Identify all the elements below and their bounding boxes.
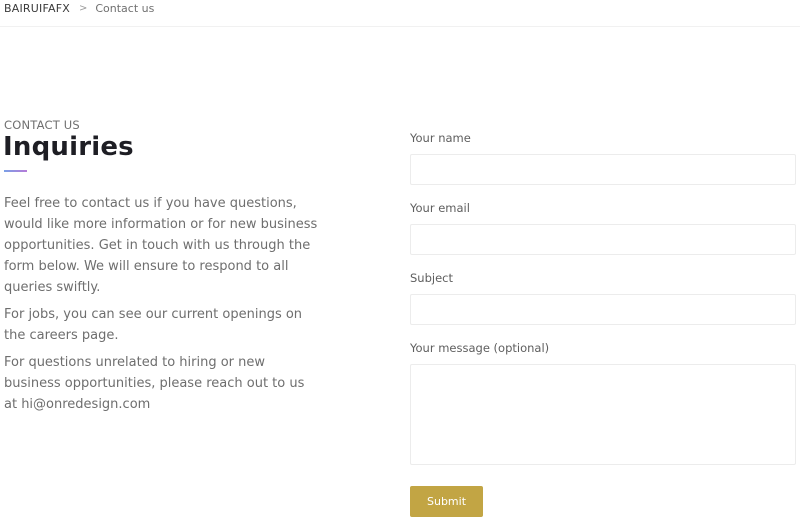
message-field[interactable] [410,364,796,465]
page-title: Inquiries [3,132,134,162]
header-divider [0,26,800,27]
title-accent-line [4,170,27,172]
jobs-paragraph: For jobs, you can see our current openin… [4,307,303,343]
section-eyebrow: CONTACT US [4,118,80,132]
intro-paragraph: Feel free to contact us if you have ques… [4,196,318,295]
contact-email-paragraph: For questions unrelated to hiring or new… [4,355,305,412]
subject-field[interactable] [410,294,796,325]
contact-page: BAIRUIFAFX > Contact us CONTACT US Inqui… [0,0,800,517]
email-label: Your email [410,201,470,215]
email-field[interactable] [410,224,796,255]
submit-button[interactable]: Submit [410,486,483,517]
name-label: Your name [410,131,471,145]
name-field[interactable] [410,154,796,185]
message-label: Your message (optional) [410,341,550,355]
breadcrumb-current: Contact us [95,2,155,15]
breadcrumb: BAIRUIFAFX > Contact us [4,2,154,16]
subject-label: Subject [410,271,453,285]
breadcrumb-home-link[interactable]: BAIRUIFAFX [4,2,70,16]
breadcrumb-separator: > [78,3,88,14]
